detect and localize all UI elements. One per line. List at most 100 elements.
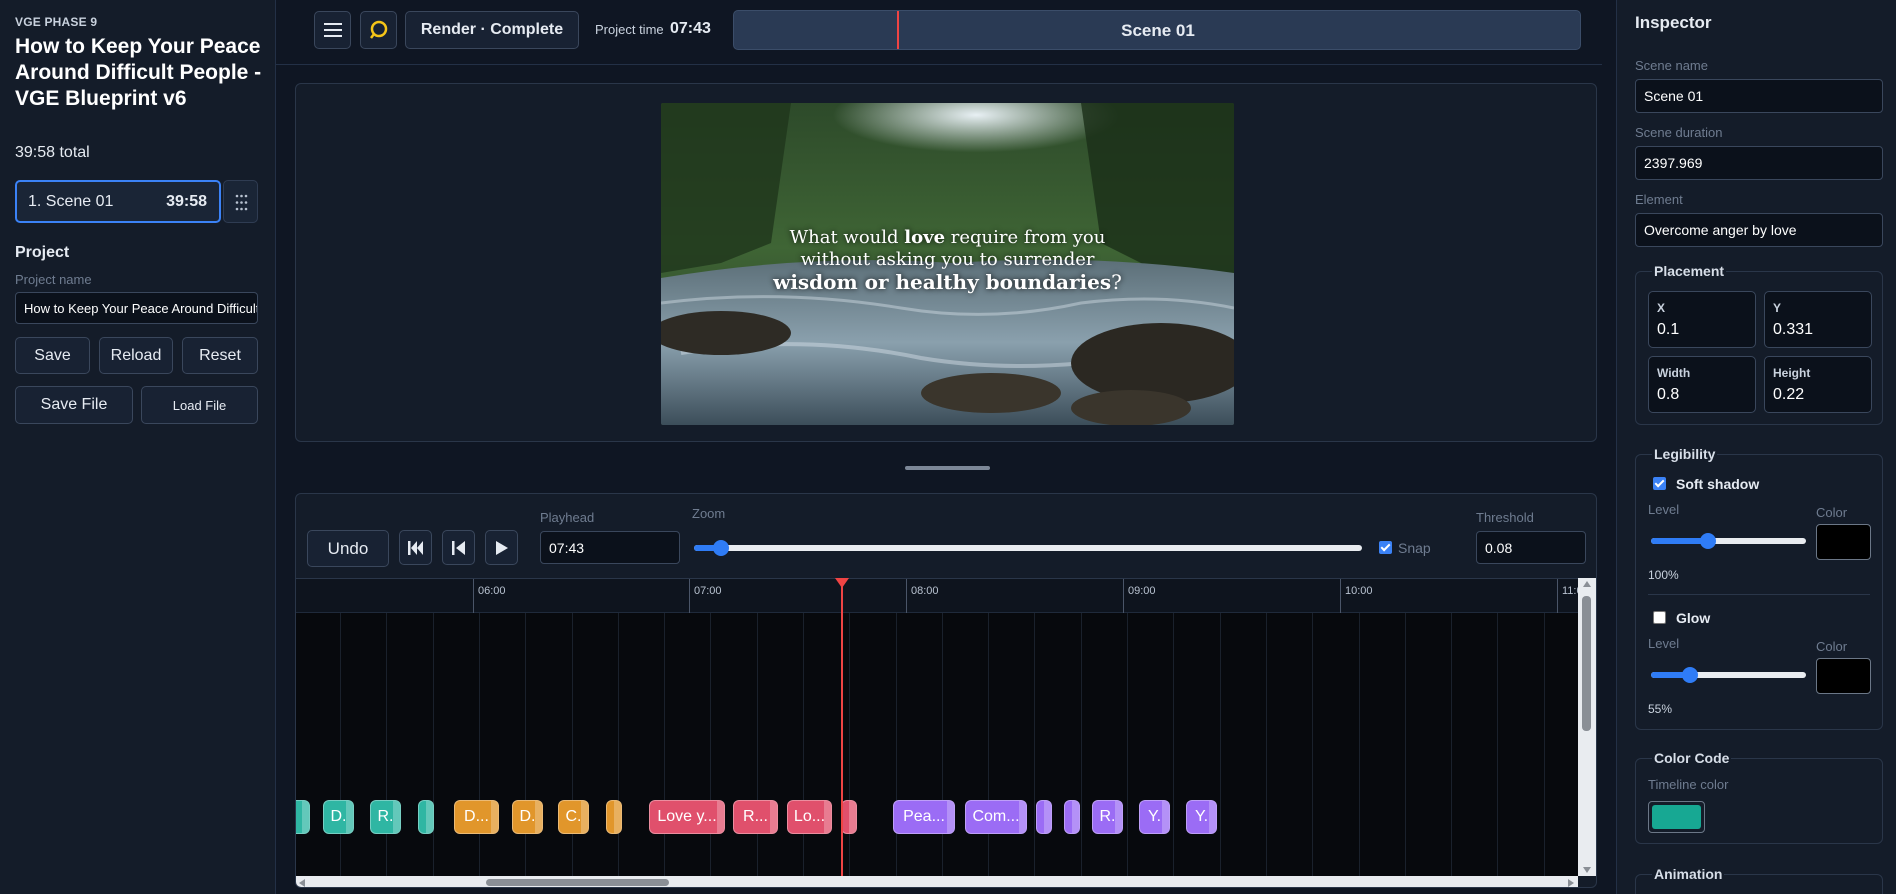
timeline-playhead[interactable] — [841, 578, 843, 876]
soft-shadow-slider-thumb[interactable] — [1700, 533, 1716, 549]
timeline-ruler[interactable]: 06:00 07:00 08:00 09:00 10:00 11:00 — [296, 578, 1589, 613]
timeline-clip[interactable]: Y. — [1139, 800, 1170, 834]
timeline-clip[interactable] — [1064, 800, 1080, 834]
timeline-clip[interactable]: C. — [558, 800, 589, 834]
timeline-clip[interactable]: Love y... — [649, 800, 725, 834]
timeline-clip[interactable]: Pea... — [893, 800, 955, 834]
timeline-clip-label: Love y... — [657, 808, 717, 825]
scene-name-input[interactable]: Scene 01 — [1635, 79, 1883, 113]
timeline-track[interactable]: D. R. D... D. C. Love y... R... Lo... Pea... Com.… — [296, 613, 1591, 876]
menu-button[interactable] — [314, 11, 351, 49]
width-label: Width — [1657, 366, 1691, 380]
scene-duration-input[interactable]: 2397.969 — [1635, 146, 1883, 180]
undo-button[interactable]: Undo — [307, 530, 389, 567]
timeline-clip[interactable]: R... — [733, 800, 778, 834]
track-gridline — [757, 613, 758, 876]
clip-trim-handle[interactable] — [535, 801, 542, 833]
step-back-button[interactable] — [442, 530, 475, 565]
horizontal-scroll-thumb[interactable] — [486, 879, 669, 886]
play-button[interactable] — [485, 530, 518, 565]
soft-shadow-color-label: Color — [1816, 505, 1848, 520]
timeline-clip[interactable] — [418, 800, 434, 834]
assistant-button[interactable] — [360, 11, 397, 49]
jump-to-start-button[interactable] — [399, 530, 432, 565]
timeline-clip[interactable]: D. — [323, 800, 354, 834]
track-gridline — [1405, 613, 1406, 876]
playhead-marker-icon[interactable] — [835, 578, 849, 588]
track-gridline — [1220, 613, 1221, 876]
scene-drag-handle[interactable] — [223, 180, 258, 223]
playhead-input[interactable]: 07:43 — [540, 531, 680, 564]
save-button[interactable]: Save — [15, 337, 90, 374]
reload-button[interactable]: Reload — [99, 337, 173, 374]
soft-shadow-color-swatch[interactable] — [1816, 524, 1871, 560]
timeline-clip[interactable]: Com... — [965, 800, 1027, 834]
render-status-button[interactable]: Render · Complete — [405, 11, 579, 49]
timeline-clip[interactable]: R. — [370, 800, 401, 834]
track-gridline — [340, 613, 341, 876]
clip-trim-handle[interactable] — [491, 801, 498, 833]
clip-trim-handle[interactable] — [824, 801, 831, 833]
glow-slider-thumb[interactable] — [1682, 667, 1698, 683]
save-file-button[interactable]: Save File — [15, 386, 133, 424]
clip-trim-handle[interactable] — [947, 801, 954, 833]
placement-x-field[interactable]: X 0.1 — [1648, 291, 1756, 348]
load-file-button[interactable]: Load File — [141, 386, 258, 424]
timeline-clip-label: Y. — [1194, 808, 1209, 825]
clip-trim-handle[interactable] — [717, 801, 724, 833]
clip-trim-handle[interactable] — [581, 801, 588, 833]
clip-trim-handle[interactable] — [426, 801, 433, 833]
scroll-up-arrow-icon[interactable] — [1583, 581, 1591, 587]
snap-checkbox[interactable] — [1379, 541, 1392, 554]
element-select[interactable]: Overcome anger by love — [1635, 213, 1883, 247]
timeline-clip[interactable] — [841, 800, 857, 834]
glow-checkbox[interactable] — [1653, 611, 1666, 624]
scroll-left-arrow-icon[interactable] — [299, 879, 305, 887]
clip-trim-handle[interactable] — [346, 801, 353, 833]
timeline-panel: Undo Playhead 07:43 Zoom Snap Threshold … — [295, 493, 1597, 888]
soft-shadow-checkbox[interactable] — [1653, 477, 1666, 490]
glow-color-swatch[interactable] — [1816, 658, 1871, 694]
scene-strip[interactable]: Scene 01 — [733, 10, 1581, 50]
clip-trim-handle[interactable] — [1044, 801, 1051, 833]
clip-trim-handle[interactable] — [1209, 801, 1216, 833]
clip-trim-handle[interactable] — [1115, 801, 1122, 833]
timeline-clip[interactable] — [1036, 800, 1052, 834]
placement-group: Placement X 0.1 Y 0.331 Width 0.8 Height 0.2… — [1635, 263, 1883, 425]
clip-trim-handle[interactable] — [1162, 801, 1169, 833]
placement-y-field[interactable]: Y 0.331 — [1764, 291, 1872, 348]
clip-trim-handle[interactable] — [1072, 801, 1079, 833]
vertical-scroll-thumb[interactable] — [1582, 596, 1591, 731]
project-name-input[interactable]: How to Keep Your Peace Around Difficult … — [15, 292, 258, 324]
project-title: How to Keep Your Peace Around Difficult … — [15, 35, 262, 110]
snap-label: Snap — [1398, 540, 1431, 556]
threshold-input[interactable]: 0.08 — [1476, 531, 1586, 564]
scroll-down-arrow-icon[interactable] — [1583, 867, 1591, 873]
timeline-clip[interactable]: R. — [1092, 800, 1123, 834]
timeline-horizontal-scrollbar[interactable] — [296, 876, 1578, 887]
scene-list-item[interactable]: 1. Scene 01 39:58 — [15, 180, 221, 223]
placement-width-field[interactable]: Width 0.8 — [1648, 356, 1756, 413]
ruler-tick-label: 06:00 — [478, 585, 506, 597]
clip-trim-handle[interactable] — [302, 801, 309, 833]
clip-trim-handle[interactable] — [849, 801, 856, 833]
timeline-clip[interactable]: Y. — [1186, 800, 1217, 834]
reset-button[interactable]: Reset — [182, 337, 258, 374]
video-preview[interactable]: What would love require from you without… — [661, 103, 1234, 425]
panel-resize-handle[interactable] — [905, 466, 990, 470]
timeline-color-picker[interactable] — [1648, 801, 1705, 833]
clip-trim-handle[interactable] — [393, 801, 400, 833]
clip-trim-handle[interactable] — [770, 801, 777, 833]
zoom-slider-thumb[interactable] — [713, 540, 729, 556]
scroll-right-arrow-icon[interactable] — [1568, 879, 1574, 887]
clip-trim-handle[interactable] — [614, 801, 621, 833]
timeline-clip[interactable] — [296, 800, 310, 834]
timeline-clip[interactable]: D... — [454, 800, 499, 834]
timeline-vertical-scrollbar[interactable] — [1578, 578, 1596, 876]
clip-trim-handle[interactable] — [1019, 801, 1026, 833]
timeline-clip[interactable]: D. — [512, 800, 543, 834]
timeline-clip[interactable] — [606, 800, 622, 834]
placement-height-field[interactable]: Height 0.22 — [1764, 356, 1872, 413]
zoom-slider[interactable] — [694, 545, 1362, 551]
timeline-clip[interactable]: Lo... — [787, 800, 832, 834]
